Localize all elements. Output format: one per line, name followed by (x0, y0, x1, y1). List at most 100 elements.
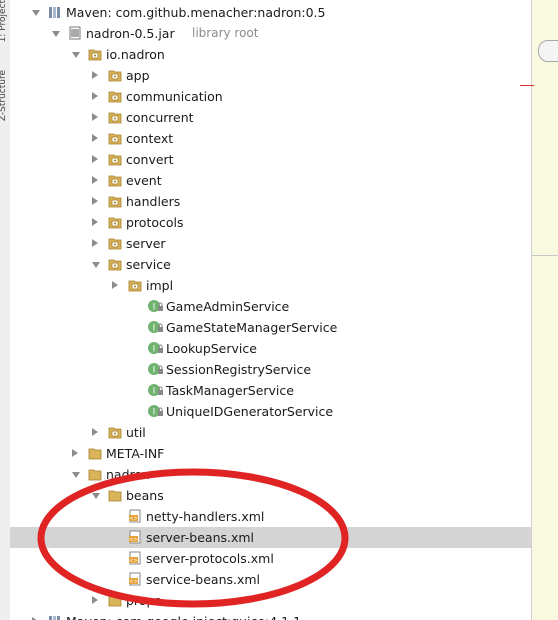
interface-icon: I (148, 383, 163, 397)
tree-item-label: Maven: com.github.menacher:nadron:0.5 (66, 5, 326, 20)
tree-item-nadron-folder[interactable]: nadron (10, 464, 531, 485)
interface-icon: I (148, 404, 163, 418)
tree-item-service[interactable]: service (10, 254, 531, 275)
tree-item-xml-file[interactable]: <> server-protocols.xml (10, 548, 531, 569)
tree-item-label: service-beans.xml (146, 572, 261, 587)
chevron-right-icon[interactable] (92, 71, 98, 79)
chevron-right-icon[interactable] (92, 197, 98, 205)
package-folder-icon (108, 68, 122, 82)
chevron-right-icon[interactable] (92, 92, 98, 100)
tree-item-label: handlers (126, 194, 181, 209)
editor-pane-edge (531, 0, 558, 620)
xml-file-icon: <> (128, 530, 142, 544)
tree-item-interface[interactable]: I SessionRegistryService (10, 359, 531, 380)
tree-item-label: SessionRegistryService (166, 362, 312, 377)
search-field-edge[interactable] (538, 40, 558, 62)
library-root-note: library root (192, 26, 259, 40)
tree-item-label: impl (146, 278, 174, 293)
tree-item-label: communication (126, 89, 223, 104)
tree-item-maven-nadron[interactable]: Maven: com.github.menacher:nadron:0.5 (10, 2, 531, 23)
tree-item-label: server-protocols.xml (146, 551, 274, 566)
tree-item-meta-inf[interactable]: META-INF (10, 443, 531, 464)
folder-icon (108, 593, 122, 607)
tree-item-xml-file[interactable]: <> netty-handlers.xml (10, 506, 531, 527)
chevron-right-icon[interactable] (92, 155, 98, 163)
chevron-down-icon[interactable] (92, 493, 100, 499)
tree-item-label: props (126, 593, 161, 608)
tree-item-impl[interactable]: impl (10, 275, 531, 296)
tree-item-label: util (126, 425, 146, 440)
chevron-right-icon[interactable] (92, 134, 98, 142)
tree-item-label: server (126, 236, 166, 251)
tree-item-package[interactable]: context (10, 128, 531, 149)
tree-item-package[interactable]: concurrent (10, 107, 531, 128)
svg-text:I: I (153, 324, 156, 334)
tree-item-props[interactable]: props (10, 590, 531, 611)
tree-item-label: GameStateManagerService (166, 320, 338, 335)
tree-item-label: TaskManagerService (166, 383, 294, 398)
folder-icon (108, 488, 122, 502)
chevron-right-icon[interactable] (92, 428, 98, 436)
tree-item-io-nadron[interactable]: io.nadron (10, 44, 531, 65)
tree-item-package[interactable]: convert (10, 149, 531, 170)
package-folder-icon (108, 110, 122, 124)
chevron-right-icon[interactable] (92, 239, 98, 247)
tree-item-label: convert (126, 152, 174, 167)
tree-item-label: server-beans.xml (146, 530, 255, 545)
structure-tool-tab[interactable]: Z-Structure (0, 70, 8, 121)
tree-item-package[interactable]: handlers (10, 191, 531, 212)
svg-text:<>: <> (129, 558, 137, 564)
jar-icon (68, 26, 82, 40)
chevron-right-icon[interactable] (72, 449, 78, 457)
tree-item-maven-guice[interactable]: Maven: com.google.inject:guice:4.1.1 (10, 611, 531, 620)
tree-item-interface[interactable]: I GameAdminService (10, 296, 531, 317)
chevron-down-icon[interactable] (32, 10, 40, 16)
tree-item-package[interactable]: event (10, 170, 531, 191)
chevron-right-icon[interactable] (112, 281, 118, 289)
chevron-right-icon[interactable] (92, 176, 98, 184)
svg-text:<>: <> (129, 537, 137, 543)
package-folder-icon (108, 236, 122, 250)
folder-icon (88, 446, 102, 460)
library-icon (48, 5, 62, 19)
tree-item-interface[interactable]: I TaskManagerService (10, 380, 531, 401)
package-folder-icon (108, 89, 122, 103)
project-tool-tab[interactable]: 1: Project (0, 0, 8, 42)
svg-text:I: I (153, 345, 156, 355)
chevron-right-icon[interactable] (92, 113, 98, 121)
chevron-right-icon[interactable] (92, 218, 98, 226)
package-folder-icon (108, 173, 122, 187)
tree-item-label: concurrent (126, 110, 194, 125)
library-icon (48, 614, 62, 620)
chevron-down-icon[interactable] (72, 472, 80, 478)
tree-item-interface[interactable]: I GameStateManagerService (10, 317, 531, 338)
chevron-right-icon[interactable] (92, 596, 98, 604)
interface-icon: I (148, 320, 163, 334)
tree-item-label: UniqueIDGeneratorService (166, 404, 334, 419)
svg-text:I: I (153, 366, 156, 376)
tree-item-xml-file[interactable]: <> server-beans.xml (10, 527, 531, 548)
tree-item-jar[interactable]: nadron-0.5.jar library root (10, 23, 531, 44)
tree-item-package[interactable]: app (10, 65, 531, 86)
xml-file-icon: <> (128, 551, 142, 565)
interface-icon: I (148, 299, 163, 313)
svg-text:I: I (153, 303, 156, 313)
tree-item-package[interactable]: server (10, 233, 531, 254)
tree-item-xml-file[interactable]: <> service-beans.xml (10, 569, 531, 590)
tree-item-label: GameAdminService (166, 299, 290, 314)
tree-item-label: LookupService (166, 341, 257, 356)
tree-item-interface[interactable]: I UniqueIDGeneratorService (10, 401, 531, 422)
tree-item-label: nadron-0.5.jar (86, 26, 175, 41)
chevron-down-icon[interactable] (72, 52, 80, 58)
tree-item-beans[interactable]: beans (10, 485, 531, 506)
project-tree-panel: Maven: com.github.menacher:nadron:0.5 nad… (10, 0, 531, 620)
tree-item-package[interactable]: protocols (10, 212, 531, 233)
tree-item-util[interactable]: util (10, 422, 531, 443)
svg-text:<>: <> (129, 579, 137, 585)
package-folder-icon (108, 257, 122, 271)
tree-item-package[interactable]: communication (10, 86, 531, 107)
chevron-down-icon[interactable] (52, 31, 60, 37)
tree-item-interface[interactable]: I LookupService (10, 338, 531, 359)
folder-icon (88, 467, 102, 481)
chevron-down-icon[interactable] (92, 262, 100, 268)
